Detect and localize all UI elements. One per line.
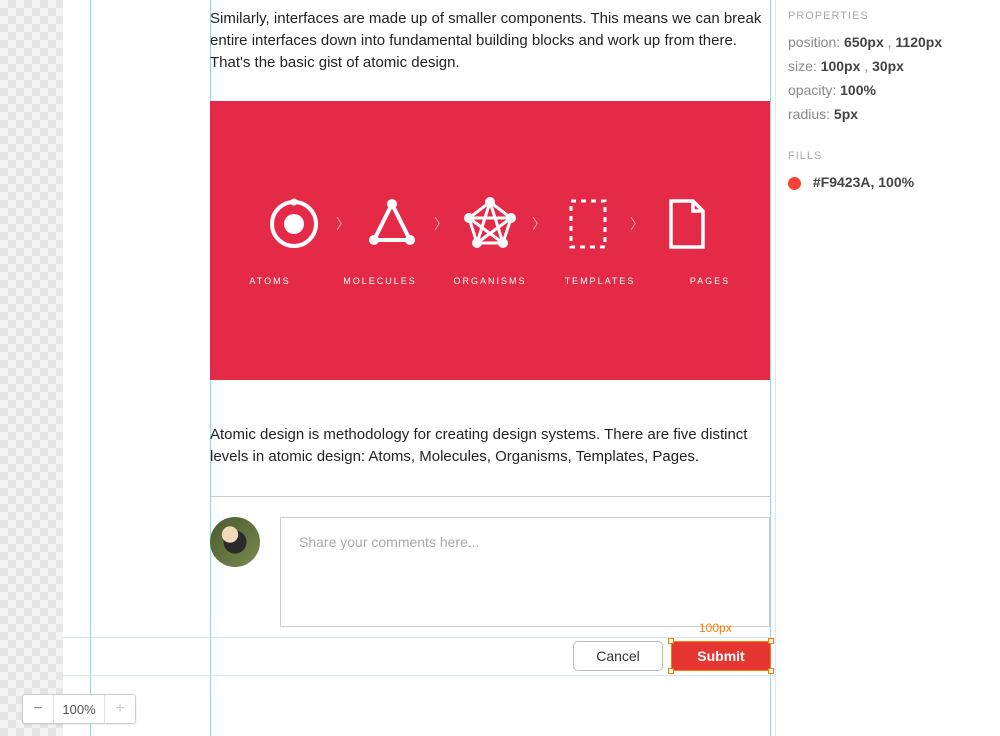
property-value[interactable]: 100px — [821, 58, 861, 74]
organisms-icon — [462, 196, 518, 252]
diagram-icons-row: 〉 〉 〉 〉 — [266, 196, 714, 252]
comment-form: Share your comments here... — [210, 517, 770, 627]
property-value[interactable]: 30px — [872, 58, 904, 74]
diagram-label: MOLECULES — [340, 276, 420, 286]
article-paragraph-2: Atomic design is methodology for creatin… — [210, 424, 770, 468]
design-canvas[interactable]: Similarly, interfaces are made up of sma… — [63, 0, 775, 736]
property-size: size: 100px , 30px — [788, 58, 988, 74]
pages-icon — [658, 196, 714, 252]
avatar — [210, 517, 260, 567]
templates-icon — [560, 196, 616, 252]
property-label: opacity: — [788, 82, 836, 98]
atomic-design-diagram: 〉 〉 〉 〉 ATOMS MOLECULES — [210, 101, 770, 380]
property-label: radius: — [788, 106, 830, 122]
diagram-labels-row: ATOMS MOLECULES ORGANISMS TEMPLATES PAGE… — [210, 276, 770, 286]
chevron-right-icon: 〉 — [532, 214, 546, 234]
properties-panel: PROPERTIES position: 650px , 1120px size… — [775, 0, 1000, 736]
chevron-right-icon: 〉 — [336, 214, 350, 234]
property-value[interactable]: 1120px — [895, 34, 942, 50]
property-radius: radius: 5px — [788, 106, 988, 122]
fills-header: FILLS — [788, 150, 988, 162]
divider — [210, 496, 770, 497]
article-paragraph-1: Similarly, interfaces are made up of sma… — [210, 8, 770, 73]
property-label: size: — [788, 58, 817, 74]
property-separator: , — [864, 58, 872, 74]
measurement-width: 100px — [699, 621, 732, 635]
atoms-icon — [266, 196, 322, 252]
fill-item[interactable]: #F9423A, 100% — [788, 174, 988, 190]
form-buttons: Cancel Submit — [573, 641, 771, 671]
chevron-right-icon: 〉 — [434, 214, 448, 234]
fill-opacity-value: 100% — [878, 174, 914, 190]
canvas-background-pattern — [0, 0, 63, 736]
zoom-out-button[interactable]: − — [23, 695, 53, 723]
property-value[interactable]: 5px — [834, 106, 858, 122]
zoom-value[interactable]: 100% — [53, 695, 105, 723]
diagram-label: TEMPLATES — [560, 276, 640, 286]
submit-button[interactable]: Submit — [671, 641, 771, 671]
property-value[interactable]: 650px — [844, 34, 884, 50]
zoom-in-button[interactable]: + — [105, 695, 135, 723]
property-value[interactable]: 100% — [840, 82, 876, 98]
comment-input[interactable]: Share your comments here... — [280, 517, 770, 627]
cancel-button[interactable]: Cancel — [573, 641, 663, 671]
property-label: position: — [788, 34, 840, 50]
chevron-right-icon: 〉 — [630, 214, 644, 234]
property-position: position: 650px , 1120px — [788, 34, 988, 50]
zoom-control: − 100% + — [22, 694, 136, 724]
fill-swatch-icon[interactable] — [788, 177, 801, 190]
property-opacity: opacity: 100% — [788, 82, 988, 98]
fill-color-value: #F9423A — [813, 174, 871, 190]
molecules-icon — [364, 196, 420, 252]
diagram-label: PAGES — [670, 276, 750, 286]
diagram-label: ATOMS — [230, 276, 310, 286]
properties-header: PROPERTIES — [788, 10, 988, 22]
diagram-label: ORGANISMS — [450, 276, 530, 286]
